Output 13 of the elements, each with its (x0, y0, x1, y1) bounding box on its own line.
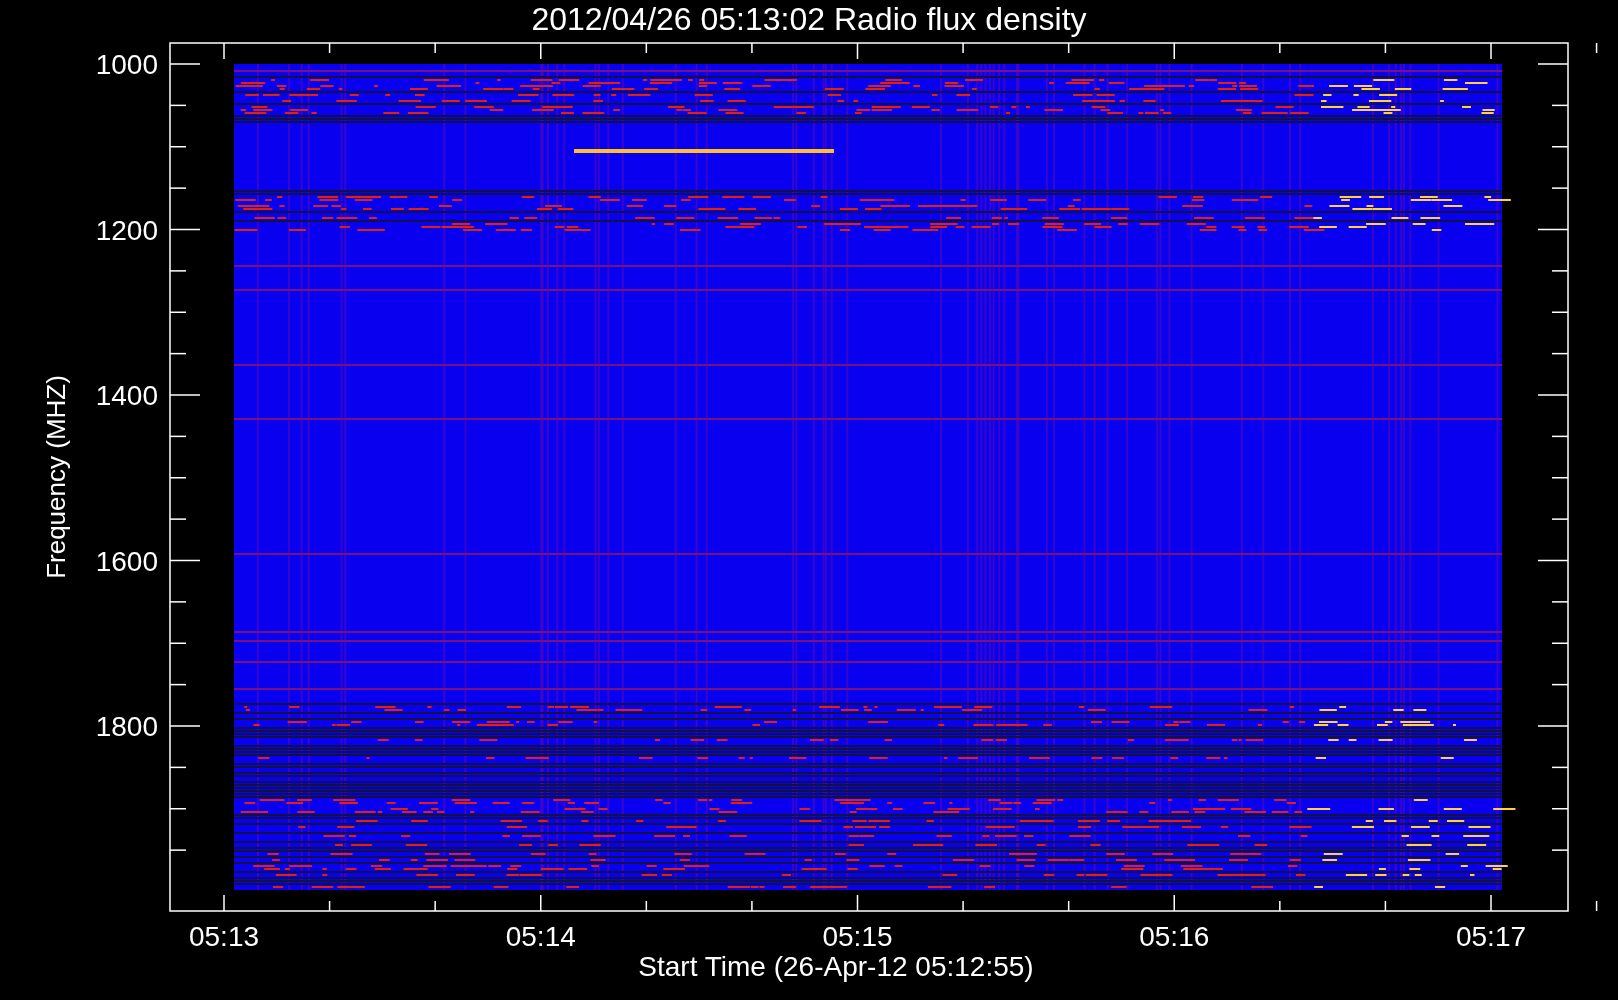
tick-label: 1200 (95, 214, 158, 246)
tick-label: 05:13 (188, 921, 260, 952)
axis-label: Start Time (26-Apr-12 05:12:55) (638, 951, 1034, 982)
tick-label: 1600 (95, 545, 158, 577)
tick-label: 05:16 (1139, 921, 1210, 952)
tick-label: 05:14 (505, 921, 576, 952)
tick-label: 1800 (95, 711, 158, 742)
tick-label: 05:15 (822, 921, 893, 952)
tick-label: 1400 (95, 380, 158, 411)
chart-title: 2012/04/26 05:13:02 Radio flux density (531, 1, 1087, 37)
tick-label: 1000 (95, 49, 158, 80)
tick-label: 05:17 (1455, 921, 1527, 952)
axis-label: Frequency (MHZ) (41, 375, 71, 579)
